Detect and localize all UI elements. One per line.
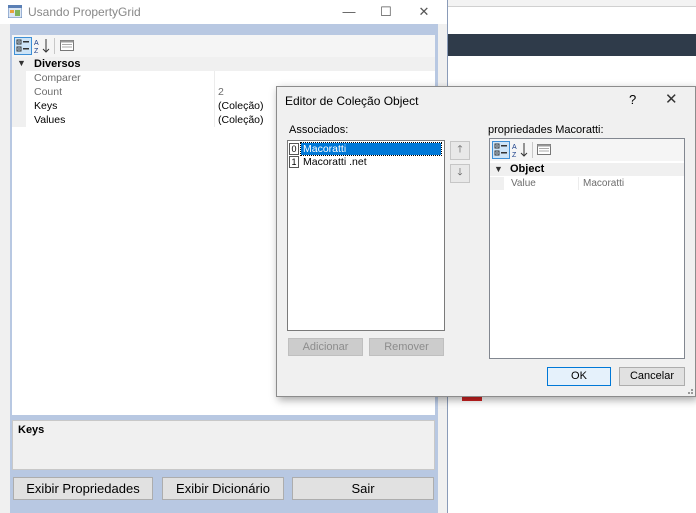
property-pages-button[interactable] [536,141,554,159]
list-item-index: 0 [289,143,299,155]
category-label: Diversos [34,58,81,70]
main-title-bar: Usando PropertyGrid — ☐ ✕ [0,0,447,24]
property-pages-icon [537,144,551,155]
svg-text:Z: Z [34,48,39,55]
alphabetical-button[interactable]: A Z [511,141,529,159]
property-value[interactable]: (Coleção) [218,100,264,112]
categorized-button[interactable] [14,37,32,55]
svg-text:Z: Z [512,152,517,159]
collection-editor-dialog: Editor de Coleção Object ? ✕ Associados:… [276,86,696,397]
category-label: Object [510,163,545,175]
properties-label: propriedades Macoratti: [488,124,604,136]
add-button[interactable]: Adicionar [288,338,363,356]
list-item-index: 1 [289,156,299,168]
property-value[interactable]: Macoratti [583,178,624,189]
list-item[interactable]: Macoratti [300,142,442,156]
description-panel: Keys [12,420,435,470]
chevron-down-icon[interactable]: ▼ [17,58,26,68]
toolbar-separator [54,38,55,54]
property-name: Comparer [34,72,81,84]
arrow-down-icon: 🡓 [457,167,463,178]
property-pages-button[interactable] [59,37,77,55]
dialog-close-button[interactable]: ✕ [665,90,678,108]
description-title: Keys [18,424,45,436]
alphabetical-button[interactable]: A Z [33,37,51,55]
property-row[interactable]: Comparer [12,71,435,85]
cancel-button[interactable]: Cancelar [619,367,685,386]
dialog-property-grid[interactable]: A Z ▼ Object Value Macoratti [489,138,685,359]
category-row[interactable]: ▼ Object [490,163,684,176]
move-down-button[interactable]: 🡓 [450,164,470,183]
toolbar-separator [532,142,533,158]
property-value[interactable]: 2 [218,86,224,98]
background-dark-bar [448,34,696,56]
property-grid-toolbar: A Z [12,35,435,58]
app-icon [8,5,22,18]
maximize-button[interactable]: ☐ [367,0,405,24]
help-button[interactable]: ? [629,92,636,107]
background-red-mark [462,397,482,401]
property-name: Count [34,86,63,98]
sort-az-icon: A Z [512,143,528,159]
list-item[interactable]: Macoratti .net [301,156,369,168]
show-dictionary-button[interactable]: Exibir Dicionário [162,477,284,500]
close-button[interactable]: ✕ [405,0,443,24]
main-window-title: Usando PropertyGrid [28,5,141,19]
property-name: Value [511,178,536,189]
chevron-down-icon[interactable]: ▼ [494,164,503,174]
property-pages-icon [60,40,74,51]
categorized-button[interactable] [492,141,510,159]
category-row[interactable]: ▼ Diversos [12,57,435,71]
minimize-button[interactable]: — [330,0,368,24]
svg-text:A: A [34,40,39,47]
members-listbox[interactable]: 0 Macoratti 1 Macoratti .net [287,140,445,331]
members-label: Associados: [289,124,349,136]
property-name: Values [34,114,66,126]
remove-button[interactable]: Remover [369,338,444,356]
show-properties-button[interactable]: Exibir Propriedades [13,477,153,500]
background-window-tabs [448,0,696,7]
property-row[interactable]: Value Macoratti [490,177,684,190]
exit-button[interactable]: Sair [292,477,434,500]
arrow-up-icon: 🡑 [457,144,463,155]
dialog-title: Editor de Coleção Object [285,94,419,108]
sort-az-icon: A Z [34,39,50,55]
move-up-button[interactable]: 🡑 [450,141,470,160]
property-value[interactable]: (Coleção) [218,114,264,126]
resize-grip-icon[interactable] [685,386,694,395]
dialog-property-grid-toolbar: A Z [490,139,684,161]
categorized-icon [16,39,29,52]
svg-text:A: A [512,144,517,151]
property-name: Keys [34,100,58,112]
ok-button[interactable]: OK [547,367,611,386]
dialog-title-bar: Editor de Coleção Object ? ✕ [277,87,695,113]
categorized-icon [494,143,507,156]
